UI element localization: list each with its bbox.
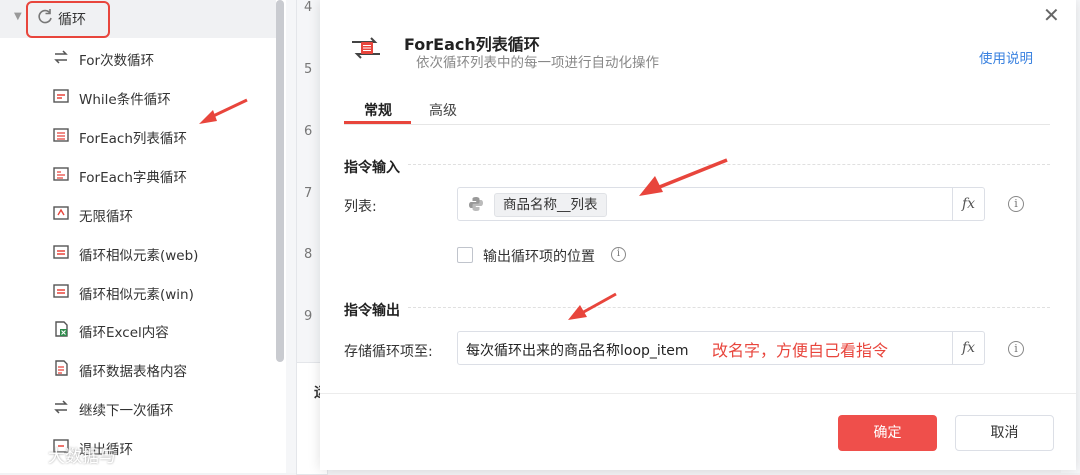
sidebar-item-label: 无限循环 [79, 209, 133, 225]
variable-chip[interactable]: 商品名称__列表 [494, 193, 607, 217]
continue-icon [54, 400, 68, 414]
sidebar-item-label: ForEach列表循环 [79, 131, 187, 147]
loop-win-icon [53, 284, 69, 298]
foreach-list-icon [352, 37, 380, 59]
store-label: 存储循环项至: [344, 344, 433, 360]
loop-group-header[interactable]: ▼ 循环 [0, 0, 276, 38]
loop-group-label: 循环 [58, 12, 86, 28]
sidebar-item-label: While条件循环 [79, 92, 171, 108]
sidebar-item-label: ForEach字典循环 [79, 170, 187, 186]
python-icon [469, 197, 483, 211]
foreach-list-icon [53, 128, 69, 142]
sidebar-item-label: 循环相似元素(web) [79, 248, 199, 264]
fx-button[interactable]: fx [952, 188, 984, 220]
sidebar-item-loop-table[interactable]: 循环数据表格内容 [52, 354, 272, 384]
tabs-divider [344, 124, 1050, 125]
for-loop-icon [54, 50, 68, 64]
excel-icon [55, 321, 68, 337]
sidebar-item-loop-win[interactable]: 循环相似元素(win) [52, 277, 272, 307]
table-icon [55, 360, 68, 376]
line-number: 8 [304, 247, 313, 262]
annotation-arrow-icon [639, 158, 728, 196]
tab-general[interactable]: 常规 [364, 100, 392, 120]
info-icon[interactable]: i [611, 247, 626, 262]
cancel-button[interactable]: 取消 [955, 415, 1054, 451]
sidebar-item-label: 继续下一次循环 [79, 403, 174, 419]
caret-down-icon[interactable]: ▼ [14, 11, 22, 22]
section-divider [408, 307, 1050, 308]
line-number: 5 [304, 62, 313, 77]
fx-button[interactable]: fx [952, 332, 984, 364]
footer-divider [320, 393, 1076, 394]
sidebar-item-infinite-loop[interactable]: 无限循环 [52, 199, 272, 229]
loop-web-icon [53, 245, 69, 259]
watermark-logo [10, 443, 41, 462]
confirm-button[interactable]: 确定 [838, 415, 937, 451]
sidebar-item-label: 循环数据表格内容 [79, 364, 187, 380]
input-section-heading: 指令输入 [344, 160, 400, 176]
sidebar-item-foreach-dict[interactable]: ForEach字典循环 [52, 160, 272, 190]
infinite-loop-icon [53, 206, 69, 220]
sidebar-item-label: 循环相似元素(win) [79, 287, 194, 303]
info-icon[interactable]: i [1008, 341, 1024, 357]
list-label: 列表: [344, 199, 377, 215]
close-icon[interactable]: ✕ [1043, 3, 1060, 27]
line-number: 7 [304, 186, 313, 201]
sidebar-item-label: 循环Excel内容 [79, 325, 169, 341]
annotation-arrow-icon [568, 292, 617, 320]
sidebar-item-continue[interactable]: 继续下一次循环 [52, 393, 272, 423]
line-number: 4 [304, 0, 313, 15]
sidebar-item-for-loop[interactable]: For次数循环 [52, 43, 272, 73]
sidebar-item-loop-excel[interactable]: 循环Excel内容 [52, 315, 272, 345]
while-loop-icon [53, 89, 69, 103]
help-link[interactable]: 使用说明 [979, 47, 1033, 67]
store-variable-value: 每次循环出来的商品名称loop_item [466, 343, 689, 359]
annotation-text: 改名字，方便自己看指令 [712, 341, 889, 360]
info-icon[interactable]: i [1008, 196, 1024, 212]
output-position-checkbox[interactable] [457, 247, 473, 263]
sidebar-scrollbar[interactable] [276, 0, 284, 362]
refresh-icon [38, 9, 52, 24]
sidebar-item-loop-web[interactable]: 循环相似元素(web) [52, 238, 272, 268]
annotation-arrow-icon [199, 98, 248, 124]
output-section-heading: 指令输出 [344, 303, 400, 319]
tab-advanced[interactable]: 高级 [429, 100, 457, 120]
sidebar-item-label: For次数循环 [79, 53, 155, 69]
watermark-text: 大数据与 [48, 447, 116, 467]
line-number: 9 [304, 309, 313, 324]
foreach-dict-icon [53, 167, 69, 181]
line-number: 6 [304, 124, 313, 139]
dialog-subtitle: 依次循环列表中的每一项进行自动化操作 [416, 55, 659, 71]
output-position-label: 输出循环项的位置 [483, 249, 595, 265]
active-tab-indicator [344, 121, 411, 124]
